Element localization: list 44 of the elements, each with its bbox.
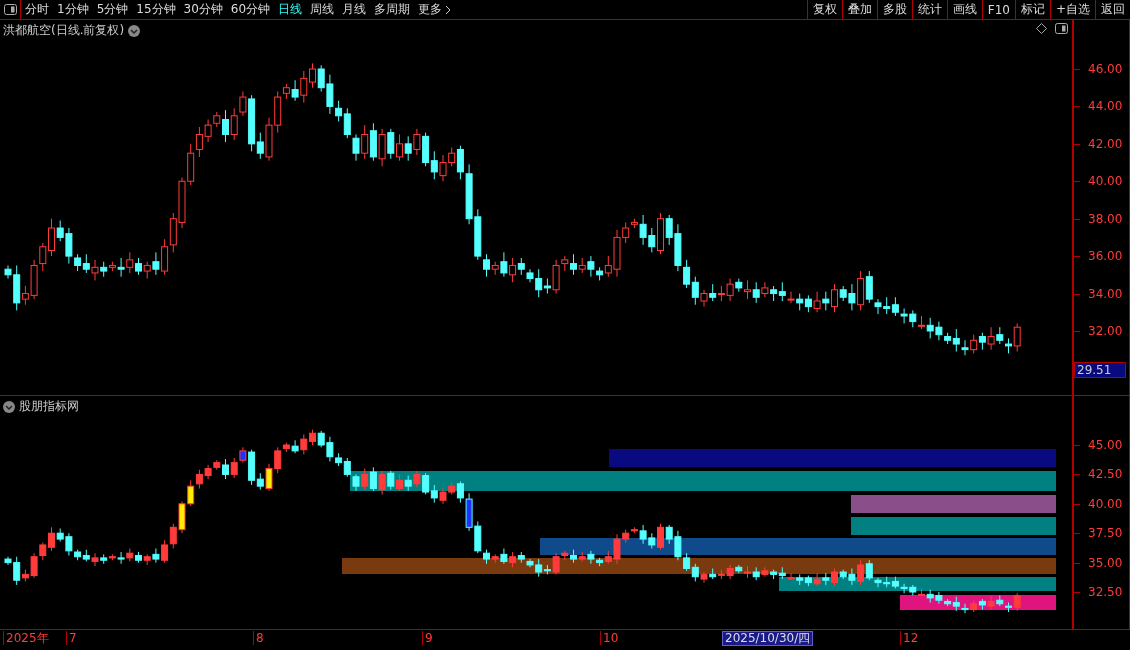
price-tick-label: 42.00 <box>1088 136 1123 151</box>
period-tab[interactable]: 日线 <box>274 0 307 19</box>
toolbar-button[interactable]: +自选 <box>1049 0 1095 19</box>
period-tab[interactable]: 1分钟 <box>53 0 93 19</box>
toolbar-button[interactable]: F10 <box>981 0 1015 19</box>
crosshair-date-label: 2025/10/30/四 <box>722 631 814 646</box>
price-tick-label: 38.00 <box>1088 211 1123 226</box>
chart-title: 洪都航空(日线.前复权) <box>3 22 125 39</box>
price-tick-label: 37.50 <box>1088 526 1123 541</box>
indicator-title: 股朋指标网 <box>19 398 79 415</box>
price-tick-label: 32.00 <box>1088 324 1123 338</box>
date-label: 10 <box>600 631 619 645</box>
period-tab[interactable]: 5分钟 <box>92 0 133 19</box>
price-tick-label: 40.00 <box>1088 496 1123 511</box>
date-label: 9 <box>422 631 433 645</box>
period-tab[interactable]: 30分钟 <box>179 0 227 19</box>
date-label: 7 <box>66 631 77 645</box>
toolbar-button[interactable]: 复权 <box>806 0 842 19</box>
period-tab[interactable]: 多周期 <box>370 0 415 19</box>
period-tab[interactable]: 分时 <box>21 0 53 19</box>
price-tick-label: 32.50 <box>1088 585 1123 599</box>
price-tick-label: 36.00 <box>1088 249 1123 264</box>
toolbar-button[interactable]: 统计 <box>911 0 947 19</box>
date-label: 2025年 <box>3 631 49 645</box>
more-menu[interactable]: 更多 <box>414 0 456 19</box>
period-tab[interactable]: 月线 <box>338 0 371 19</box>
toolbar-button[interactable]: 画线 <box>946 0 982 19</box>
toolbar-button[interactable]: 叠加 <box>841 0 877 19</box>
price-tick-label: 35.00 <box>1088 555 1123 570</box>
crosshair-price-label: 29.51 <box>1074 362 1126 378</box>
date-label: 8 <box>253 631 264 645</box>
price-tick-label: 42.50 <box>1088 467 1123 482</box>
date-label: 12 <box>900 631 919 645</box>
price-tick-label: 46.00 <box>1088 62 1123 76</box>
price-tick-label: 45.00 <box>1088 438 1123 452</box>
price-tick-label: 40.00 <box>1088 174 1123 189</box>
period-tab[interactable]: 60分钟 <box>226 0 275 19</box>
price-tick-label: 34.00 <box>1088 286 1123 301</box>
toolbar-button[interactable]: 多股 <box>876 0 912 19</box>
toolbar-button[interactable]: 标记 <box>1014 0 1050 19</box>
period-tab[interactable]: 15分钟 <box>132 0 180 19</box>
price-tick-label: 44.00 <box>1088 99 1123 114</box>
toolbar-button[interactable]: 返回 <box>1095 0 1130 19</box>
period-tab[interactable]: 周线 <box>306 0 339 19</box>
